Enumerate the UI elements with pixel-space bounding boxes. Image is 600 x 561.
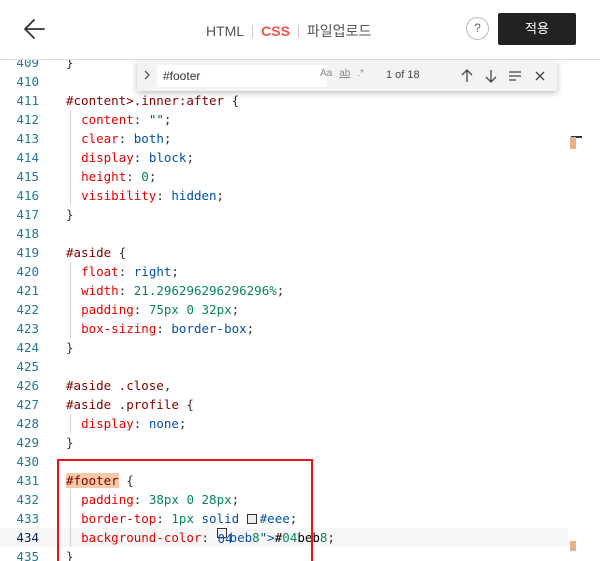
code-text: visibility: hidden; bbox=[81, 188, 225, 203]
back-arrow-icon[interactable] bbox=[22, 16, 48, 42]
find-widget: Aa ab .* 1 of 18 bbox=[137, 61, 557, 91]
line-number: 419 bbox=[16, 245, 39, 260]
line-number: 414 bbox=[16, 150, 39, 165]
overview-ruler-match bbox=[570, 137, 576, 149]
code-text: float: right; bbox=[81, 264, 179, 279]
code-text: #aside .profile { bbox=[66, 397, 194, 412]
line-number: 410 bbox=[16, 74, 39, 89]
previous-match-arrow-up-icon[interactable] bbox=[459, 67, 475, 85]
code-line: 428 display: none; bbox=[0, 414, 568, 433]
code-text: } bbox=[66, 207, 74, 222]
code-text: content: ""; bbox=[81, 112, 172, 127]
code-text: #aside .close, bbox=[66, 378, 172, 393]
code-line: 422 padding: 75px 0 32px; bbox=[0, 300, 568, 319]
line-number: 434 bbox=[16, 530, 39, 545]
code-line: 426 #aside .close, bbox=[0, 376, 568, 395]
code-text: #content>.inner:after { bbox=[66, 93, 240, 108]
code-line: 412 content: ""; bbox=[0, 110, 568, 129]
code-line: 415 height: 0; bbox=[0, 167, 568, 186]
line-number: 433 bbox=[16, 511, 39, 526]
line-number: 432 bbox=[16, 492, 39, 507]
code-line: 416 visibility: hidden; bbox=[0, 186, 568, 205]
top-bar: HTML CSS 파일업로드 ? 적용 bbox=[0, 0, 600, 60]
code-line: 414 display: block; bbox=[0, 148, 568, 167]
line-number: 428 bbox=[16, 416, 39, 431]
code-text: } bbox=[66, 340, 74, 355]
match-whole-word-toggle[interactable]: ab bbox=[339, 68, 350, 79]
match-count: 1 of 18 bbox=[386, 69, 420, 81]
code-line: 418 bbox=[0, 224, 568, 243]
line-number: 413 bbox=[16, 131, 39, 146]
code-text: display: block; bbox=[81, 150, 194, 165]
line-number: 431 bbox=[16, 473, 39, 488]
code-text: } bbox=[66, 60, 74, 70]
tab-separator bbox=[252, 24, 254, 38]
code-line: 411 #content>.inner:after { bbox=[0, 91, 568, 110]
tab-separator bbox=[297, 24, 299, 38]
find-in-selection-lines-icon[interactable] bbox=[507, 67, 523, 85]
code-line: 429} bbox=[0, 433, 568, 452]
code-text: width: 21.296296296296296%; bbox=[81, 283, 285, 298]
line-number: 423 bbox=[16, 321, 39, 336]
line-number: 430 bbox=[16, 454, 39, 469]
line-number: 426 bbox=[16, 378, 39, 393]
close-icon[interactable] bbox=[532, 67, 548, 85]
highlight-box bbox=[57, 459, 313, 561]
tab-html[interactable]: HTML bbox=[206, 23, 244, 39]
line-number: 435 bbox=[16, 549, 39, 561]
line-number: 427 bbox=[16, 397, 39, 412]
tab-file-upload[interactable]: 파일업로드 bbox=[307, 21, 371, 41]
apply-button[interactable]: 적용 bbox=[498, 13, 576, 45]
code-line: 421 width: 21.296296296296296%; bbox=[0, 281, 568, 300]
code-text: padding: 75px 0 32px; bbox=[81, 302, 240, 317]
line-number: 411 bbox=[16, 93, 39, 108]
line-number: 409 bbox=[16, 60, 39, 70]
code-line: 425 bbox=[0, 357, 568, 376]
line-number: 415 bbox=[16, 169, 39, 184]
line-number: 416 bbox=[16, 188, 39, 203]
line-number: 421 bbox=[16, 283, 39, 298]
code-line: 420 float: right; bbox=[0, 262, 568, 281]
code-text: clear: both; bbox=[81, 131, 172, 146]
line-number: 425 bbox=[16, 359, 39, 374]
find-input[interactable] bbox=[157, 65, 327, 87]
chevron-right-icon[interactable] bbox=[142, 68, 152, 82]
code-text: #aside { bbox=[66, 245, 127, 260]
code-line: 427 #aside .profile { bbox=[0, 395, 568, 414]
code-line: 417} bbox=[0, 205, 568, 224]
tab-css[interactable]: CSS bbox=[261, 23, 290, 39]
editor-tabs: HTML CSS 파일업로드 bbox=[206, 21, 371, 41]
line-number: 429 bbox=[16, 435, 39, 450]
code-line: 424} bbox=[0, 338, 568, 357]
line-number: 424 bbox=[16, 340, 39, 355]
use-regex-toggle[interactable]: .* bbox=[357, 68, 364, 79]
match-case-toggle[interactable]: Aa bbox=[320, 68, 332, 79]
code-text: box-sizing: border-box; bbox=[81, 321, 255, 336]
code-line: 413 clear: both; bbox=[0, 129, 568, 148]
code-text: height: 0; bbox=[81, 169, 157, 184]
help-button[interactable]: ? bbox=[466, 17, 489, 40]
line-number: 422 bbox=[16, 302, 39, 317]
line-number: 417 bbox=[16, 207, 39, 222]
line-number: 420 bbox=[16, 264, 39, 279]
line-number: 412 bbox=[16, 112, 39, 127]
code-line: 423 box-sizing: border-box; bbox=[0, 319, 568, 338]
next-match-arrow-down-icon[interactable] bbox=[483, 67, 499, 85]
code-line: 419 #aside { bbox=[0, 243, 568, 262]
code-text: display: none; bbox=[81, 416, 187, 431]
find-options: Aa ab .* bbox=[320, 68, 364, 79]
code-text: } bbox=[66, 435, 74, 450]
line-number: 418 bbox=[16, 226, 39, 241]
overview-ruler-match bbox=[570, 541, 576, 551]
